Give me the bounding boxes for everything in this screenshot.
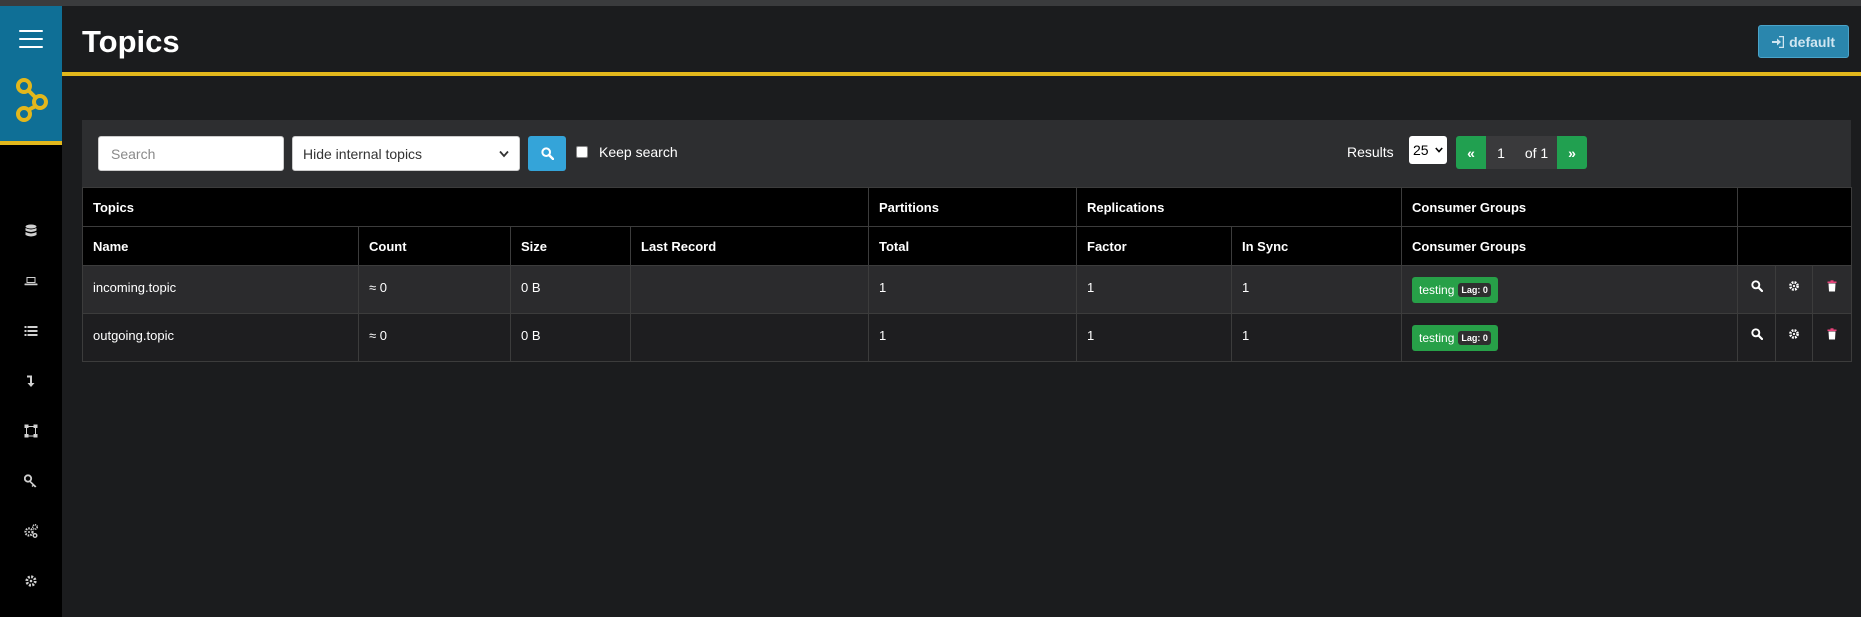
view-topic-button[interactable] [1737, 265, 1777, 314]
topic-count: ≈ 0 [358, 265, 511, 314]
sidebar-item-schema-registry[interactable] [0, 406, 62, 456]
group-header-replications: Replications [1075, 187, 1403, 227]
laptop-icon [24, 277, 38, 286]
group-header-actions [1737, 187, 1853, 227]
column-header-count: Count [358, 226, 511, 266]
results-per-page-select[interactable]: 25 [1409, 136, 1447, 164]
topics-panel: Hide internal topics Keep search Results… [82, 120, 1853, 402]
table-group-header-row: Topics Partitions Replications Consumer … [82, 187, 1853, 227]
cluster-label: default [1789, 33, 1835, 50]
column-header-last-record: Last Record [630, 226, 869, 266]
group-header-topics: Topics [82, 187, 869, 227]
sidebar-item-acls[interactable] [0, 456, 62, 506]
table-column-header-row: Name Count Size Last Record Total Factor… [82, 226, 1853, 266]
lag-badge: Lag: 0 [1458, 331, 1491, 345]
column-header-consumer-groups: Consumer Groups [1401, 226, 1739, 266]
pagination-current[interactable]: 1 [1486, 136, 1516, 169]
cluster-button[interactable]: default [1758, 25, 1849, 58]
replication-factor: 1 [1076, 313, 1232, 362]
search-input[interactable] [98, 136, 284, 171]
replication-in-sync: 1 [1230, 265, 1403, 314]
topic-size: 0 B [510, 313, 631, 362]
chevron-down-icon [1435, 147, 1443, 153]
topic-size: 0 B [510, 265, 631, 314]
partitions-total: 1 [868, 313, 1077, 362]
trash-icon [1826, 328, 1838, 340]
topic-count: ≈ 0 [358, 313, 511, 362]
keep-search-checkbox[interactable] [576, 146, 588, 158]
pagination-next[interactable]: » [1557, 136, 1587, 169]
topics-table: Topics Partitions Replications Consumer … [82, 187, 1853, 362]
table-row[interactable]: outgoing.topic ≈ 0 0 B 1 1 1 testing Lag… [82, 313, 1853, 362]
column-header-in-sync: In Sync [1230, 226, 1403, 266]
keep-search-label: Keep search [599, 144, 678, 160]
table-row[interactable]: incoming.topic ≈ 0 0 B 1 1 1 testing Lag… [82, 265, 1853, 314]
tree-icon [24, 424, 38, 438]
database-icon [25, 224, 37, 237]
consumer-group-badge[interactable]: testing Lag: 0 [1412, 325, 1498, 351]
consumer-groups-cell: testing Lag: 0 [1401, 313, 1739, 362]
topic-last-record [630, 313, 869, 362]
replication-in-sync: 1 [1230, 313, 1403, 362]
results-label: Results [1347, 144, 1394, 160]
view-topic-button[interactable] [1737, 313, 1777, 362]
main-content: Topics default Hide internal topics Keep… [62, 6, 1861, 617]
page-title: Topics [82, 24, 180, 59]
topic-last-record [630, 265, 869, 314]
chevron-down-icon [499, 150, 509, 157]
cog-icon [1788, 328, 1800, 340]
topic-config-button[interactable] [1775, 313, 1814, 362]
page-header: Topics default [62, 6, 1861, 76]
group-header-partitions: Partitions [868, 187, 1077, 227]
delete-topic-button[interactable] [1812, 313, 1853, 362]
cogs-icon [24, 524, 38, 538]
pagination: « 1 of 1 » [1456, 136, 1587, 169]
sidebar-item-topics[interactable] [0, 256, 62, 306]
cog-icon [25, 575, 37, 587]
replication-factor: 1 [1076, 265, 1232, 314]
column-header-size: Size [510, 226, 631, 266]
column-header-factor: Factor [1076, 226, 1232, 266]
trash-icon [1826, 280, 1838, 292]
list-icon [24, 326, 38, 336]
partitions-total: 1 [868, 265, 1077, 314]
topic-name: outgoing.topic [82, 313, 359, 362]
sign-in-icon [1772, 35, 1785, 48]
consumer-group-name: testing [1419, 283, 1455, 297]
consumer-group-name: testing [1419, 331, 1455, 345]
hamburger-icon[interactable] [19, 30, 43, 48]
sidebar [0, 6, 62, 617]
results-per-page-value: 25 [1413, 142, 1429, 158]
search-toolbar: Hide internal topics Keep search Results… [82, 120, 1851, 187]
group-header-consumer-groups: Consumer Groups [1401, 187, 1739, 227]
topic-filter-select[interactable]: Hide internal topics [292, 136, 520, 171]
sidebar-item-connects[interactable] [0, 506, 62, 556]
lag-badge: Lag: 0 [1458, 283, 1491, 297]
cog-icon [1788, 280, 1800, 292]
topic-name: incoming.topic [82, 265, 359, 314]
key-icon [24, 474, 37, 488]
sidebar-item-nodes[interactable] [0, 206, 62, 256]
search-icon [1750, 328, 1763, 341]
delete-topic-button[interactable] [1812, 265, 1853, 314]
kafka-logo[interactable] [14, 78, 54, 134]
column-header-total: Total [868, 226, 1077, 266]
pagination-total: of 1 [1516, 136, 1557, 169]
sidebar-header [0, 6, 62, 145]
topic-filter-value: Hide internal topics [303, 145, 423, 162]
sidebar-item-consumer-groups[interactable] [0, 356, 62, 406]
pagination-prev[interactable]: « [1456, 136, 1486, 169]
sidebar-item-tail[interactable] [0, 306, 62, 356]
sidebar-item-settings[interactable] [0, 556, 62, 606]
column-header-name: Name [82, 226, 359, 266]
search-button[interactable] [528, 136, 566, 171]
column-header-actions [1737, 226, 1853, 266]
search-icon [1750, 280, 1763, 293]
search-icon [540, 147, 554, 160]
consumer-groups-cell: testing Lag: 0 [1401, 265, 1739, 314]
consumer-group-badge[interactable]: testing Lag: 0 [1412, 277, 1498, 303]
level-down-icon [27, 375, 35, 387]
topic-config-button[interactable] [1775, 265, 1814, 314]
